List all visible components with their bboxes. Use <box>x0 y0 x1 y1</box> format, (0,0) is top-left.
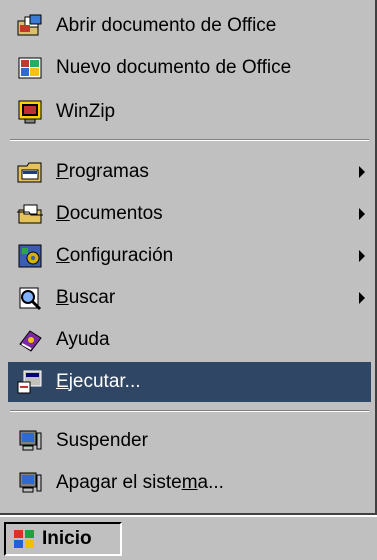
menu-item-buscar[interactable]: Buscar <box>8 278 371 318</box>
taskbar: Inicio <box>0 515 377 560</box>
menu-item-programas[interactable]: Programas <box>8 152 371 192</box>
menu-item-label: WinZip <box>56 101 116 122</box>
settings-icon <box>16 242 44 270</box>
menu-item-ejecutar[interactable]: Ejecutar... <box>8 362 371 402</box>
start-button[interactable]: Inicio <box>4 522 122 556</box>
menu-separator <box>10 139 369 141</box>
suspend-icon <box>16 427 44 455</box>
menu-item-label: Suspender <box>56 430 148 451</box>
menu-item-suspender[interactable]: Suspender <box>8 421 371 461</box>
start-menu: Abrir documento de Office Nuevo document… <box>0 0 377 515</box>
submenu-arrow-icon <box>359 208 365 220</box>
programs-folder-icon <box>16 158 44 186</box>
shutdown-icon <box>16 469 44 497</box>
menu-item-ayuda[interactable]: Ayuda <box>8 320 371 360</box>
menu-item-label: Nuevo documento de Office <box>56 57 292 78</box>
menu-item-label: Apagar el sistema... <box>56 472 224 493</box>
menu-item-label: Documentos <box>56 203 163 224</box>
menu-item-open-office-document[interactable]: Abrir documento de Office <box>8 6 371 46</box>
menu-separator <box>10 410 369 412</box>
menu-item-documentos[interactable]: Documentos <box>8 194 371 234</box>
run-icon <box>16 368 44 396</box>
menu-item-label: Configuración <box>56 245 174 266</box>
search-icon <box>16 284 44 312</box>
menu-item-apagar[interactable]: Apagar el sistema... <box>8 463 371 503</box>
documents-folder-icon <box>16 200 44 228</box>
submenu-arrow-icon <box>359 292 365 304</box>
start-label: Inicio <box>42 528 92 549</box>
new-office-document-icon <box>16 54 44 82</box>
menu-item-new-office-document[interactable]: Nuevo documento de Office <box>8 48 371 88</box>
windows-logo-icon <box>12 528 36 550</box>
submenu-arrow-icon <box>359 166 365 178</box>
menu-item-label: Buscar <box>56 287 116 308</box>
help-book-icon <box>16 326 44 354</box>
menu-item-winzip[interactable]: WinZip <box>8 92 371 132</box>
open-office-document-icon <box>16 12 44 40</box>
menu-item-configuracion[interactable]: Configuración <box>8 236 371 276</box>
menu-item-label: Ayuda <box>56 329 110 350</box>
menu-item-label: Ejecutar... <box>56 371 141 392</box>
menu-item-label: Abrir documento de Office <box>56 15 277 36</box>
submenu-arrow-icon <box>359 250 365 262</box>
menu-item-label: Programas <box>56 161 149 182</box>
winzip-icon <box>16 98 44 126</box>
